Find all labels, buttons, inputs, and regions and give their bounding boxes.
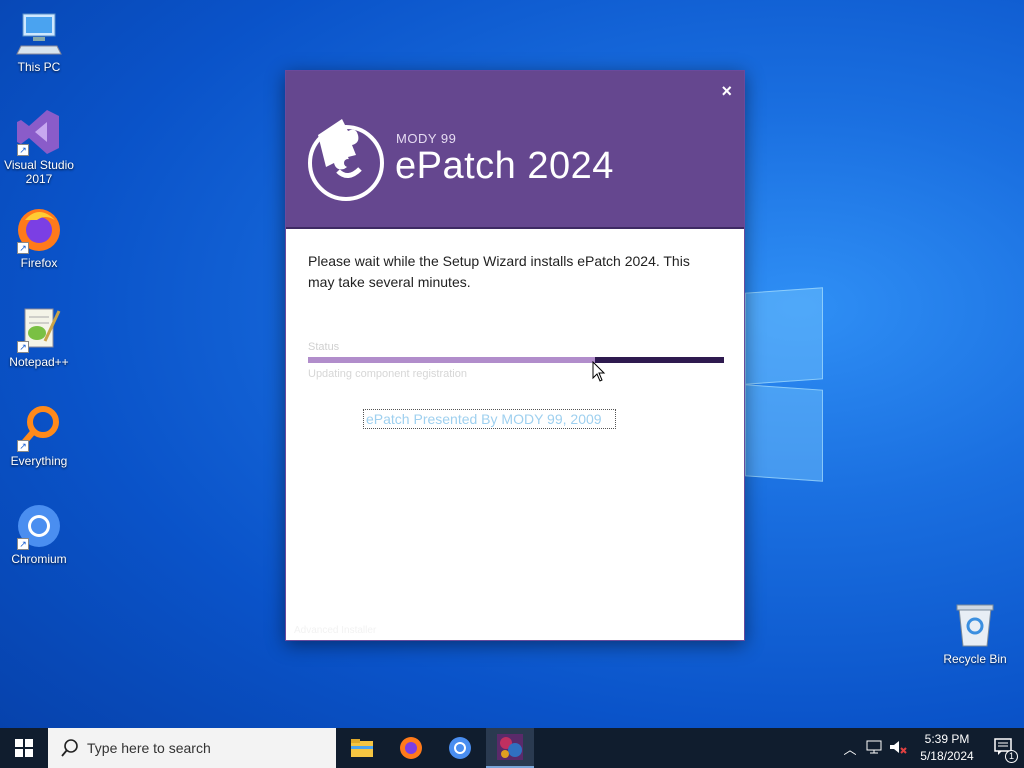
notification-count-badge: 1: [1005, 749, 1018, 763]
taskbar-epatch-installer[interactable]: [486, 728, 534, 768]
dialog-title: ePatch 2024: [395, 145, 614, 187]
speaker-muted-icon[interactable]: [886, 740, 910, 757]
shortcut-arrow-icon: ↗: [17, 144, 29, 156]
shortcut-arrow-icon: ↗: [17, 242, 29, 254]
dialog-footer: Advanced Installer: [294, 625, 377, 636]
progress-bar: [308, 357, 724, 363]
mouse-cursor-icon: [592, 360, 606, 383]
installer-dialog: × MODY 99 ePatch 2024 Please wait while …: [285, 70, 745, 641]
windows-logo-icon: [15, 739, 33, 757]
taskbar: Type here to search ︿ 5:39 PM 5/18/2024 …: [0, 728, 1024, 768]
shortcut-arrow-icon: ↗: [17, 440, 29, 452]
notepadpp-icon: ↗: [15, 305, 63, 353]
desktop-icon-label: Notepad++: [9, 355, 69, 369]
status-label: Status: [308, 341, 340, 353]
wallpaper-windows-logo: [745, 287, 823, 482]
recycle-bin-icon: [951, 602, 999, 650]
presented-by-link[interactable]: ePatch Presented By MODY 99, 2009: [363, 409, 616, 429]
taskbar-file-explorer[interactable]: [338, 728, 386, 768]
shortcut-arrow-icon: ↗: [17, 341, 29, 353]
desktop-icon-everything[interactable]: ↗ Everything: [0, 404, 78, 468]
desktop-icon-label: Recycle Bin: [943, 652, 1007, 666]
desktop-icon-this-pc[interactable]: This PC: [0, 10, 78, 74]
desktop-icon-notepadpp[interactable]: ↗ Notepad++: [0, 305, 78, 369]
system-tray: ︿ 5:39 PM 5/18/2024 1: [838, 728, 1024, 768]
network-icon[interactable]: [862, 740, 886, 757]
clock-date: 5/18/2024: [920, 749, 974, 763]
install-message: Please wait while the Setup Wizard insta…: [308, 253, 690, 290]
sub-status-text: Updating component registration: [308, 368, 467, 380]
taskbar-firefox[interactable]: [387, 728, 435, 768]
visual-studio-icon: ↗: [15, 108, 63, 156]
desktop-icon-label: Chromium: [11, 552, 67, 566]
search-placeholder: Type here to search: [87, 740, 211, 756]
chevron-up-icon[interactable]: ︿: [838, 739, 862, 758]
dialog-header: × MODY 99 ePatch 2024: [286, 71, 744, 229]
desktop-icon-firefox[interactable]: ↗ Firefox: [0, 206, 78, 270]
progress-fill: [308, 357, 596, 363]
computer-icon: [15, 10, 63, 58]
firefox-icon: [400, 737, 422, 759]
chromium-icon: ↗: [15, 502, 63, 550]
desktop-icon-visual-studio[interactable]: ↗ Visual Studio 2017: [0, 108, 78, 186]
clock-time: 5:39 PM: [924, 732, 970, 746]
start-button[interactable]: [0, 728, 48, 768]
dialog-brand: MODY 99: [396, 131, 457, 146]
firefox-icon: ↗: [15, 206, 63, 254]
desktop-icon-label: Firefox: [20, 256, 58, 270]
dialog-body: Please wait while the Setup Wizard insta…: [286, 229, 744, 639]
installer-app-icon: [497, 734, 523, 760]
everything-search-icon: ↗: [15, 404, 63, 452]
desktop-icon-label: Everything: [10, 454, 68, 468]
desktop-icon-label: Visual Studio 2017: [4, 158, 74, 186]
desktop-icon-label: This PC: [17, 60, 61, 74]
shortcut-arrow-icon: ↗: [17, 538, 29, 550]
desktop-icon-recycle-bin[interactable]: Recycle Bin: [936, 602, 1014, 666]
taskbar-clock[interactable]: 5:39 PM 5/18/2024: [910, 731, 984, 765]
puzzle-logo-icon: [308, 115, 386, 201]
search-icon: [61, 739, 78, 757]
desktop-icon-chromium[interactable]: ↗ Chromium: [0, 502, 78, 566]
folder-icon: [351, 739, 373, 757]
chromium-icon: [449, 737, 471, 759]
taskbar-search-box[interactable]: Type here to search: [48, 728, 336, 768]
close-button[interactable]: ×: [721, 81, 732, 102]
notification-center-button[interactable]: 1: [984, 737, 1024, 763]
taskbar-chromium[interactable]: [436, 728, 484, 768]
